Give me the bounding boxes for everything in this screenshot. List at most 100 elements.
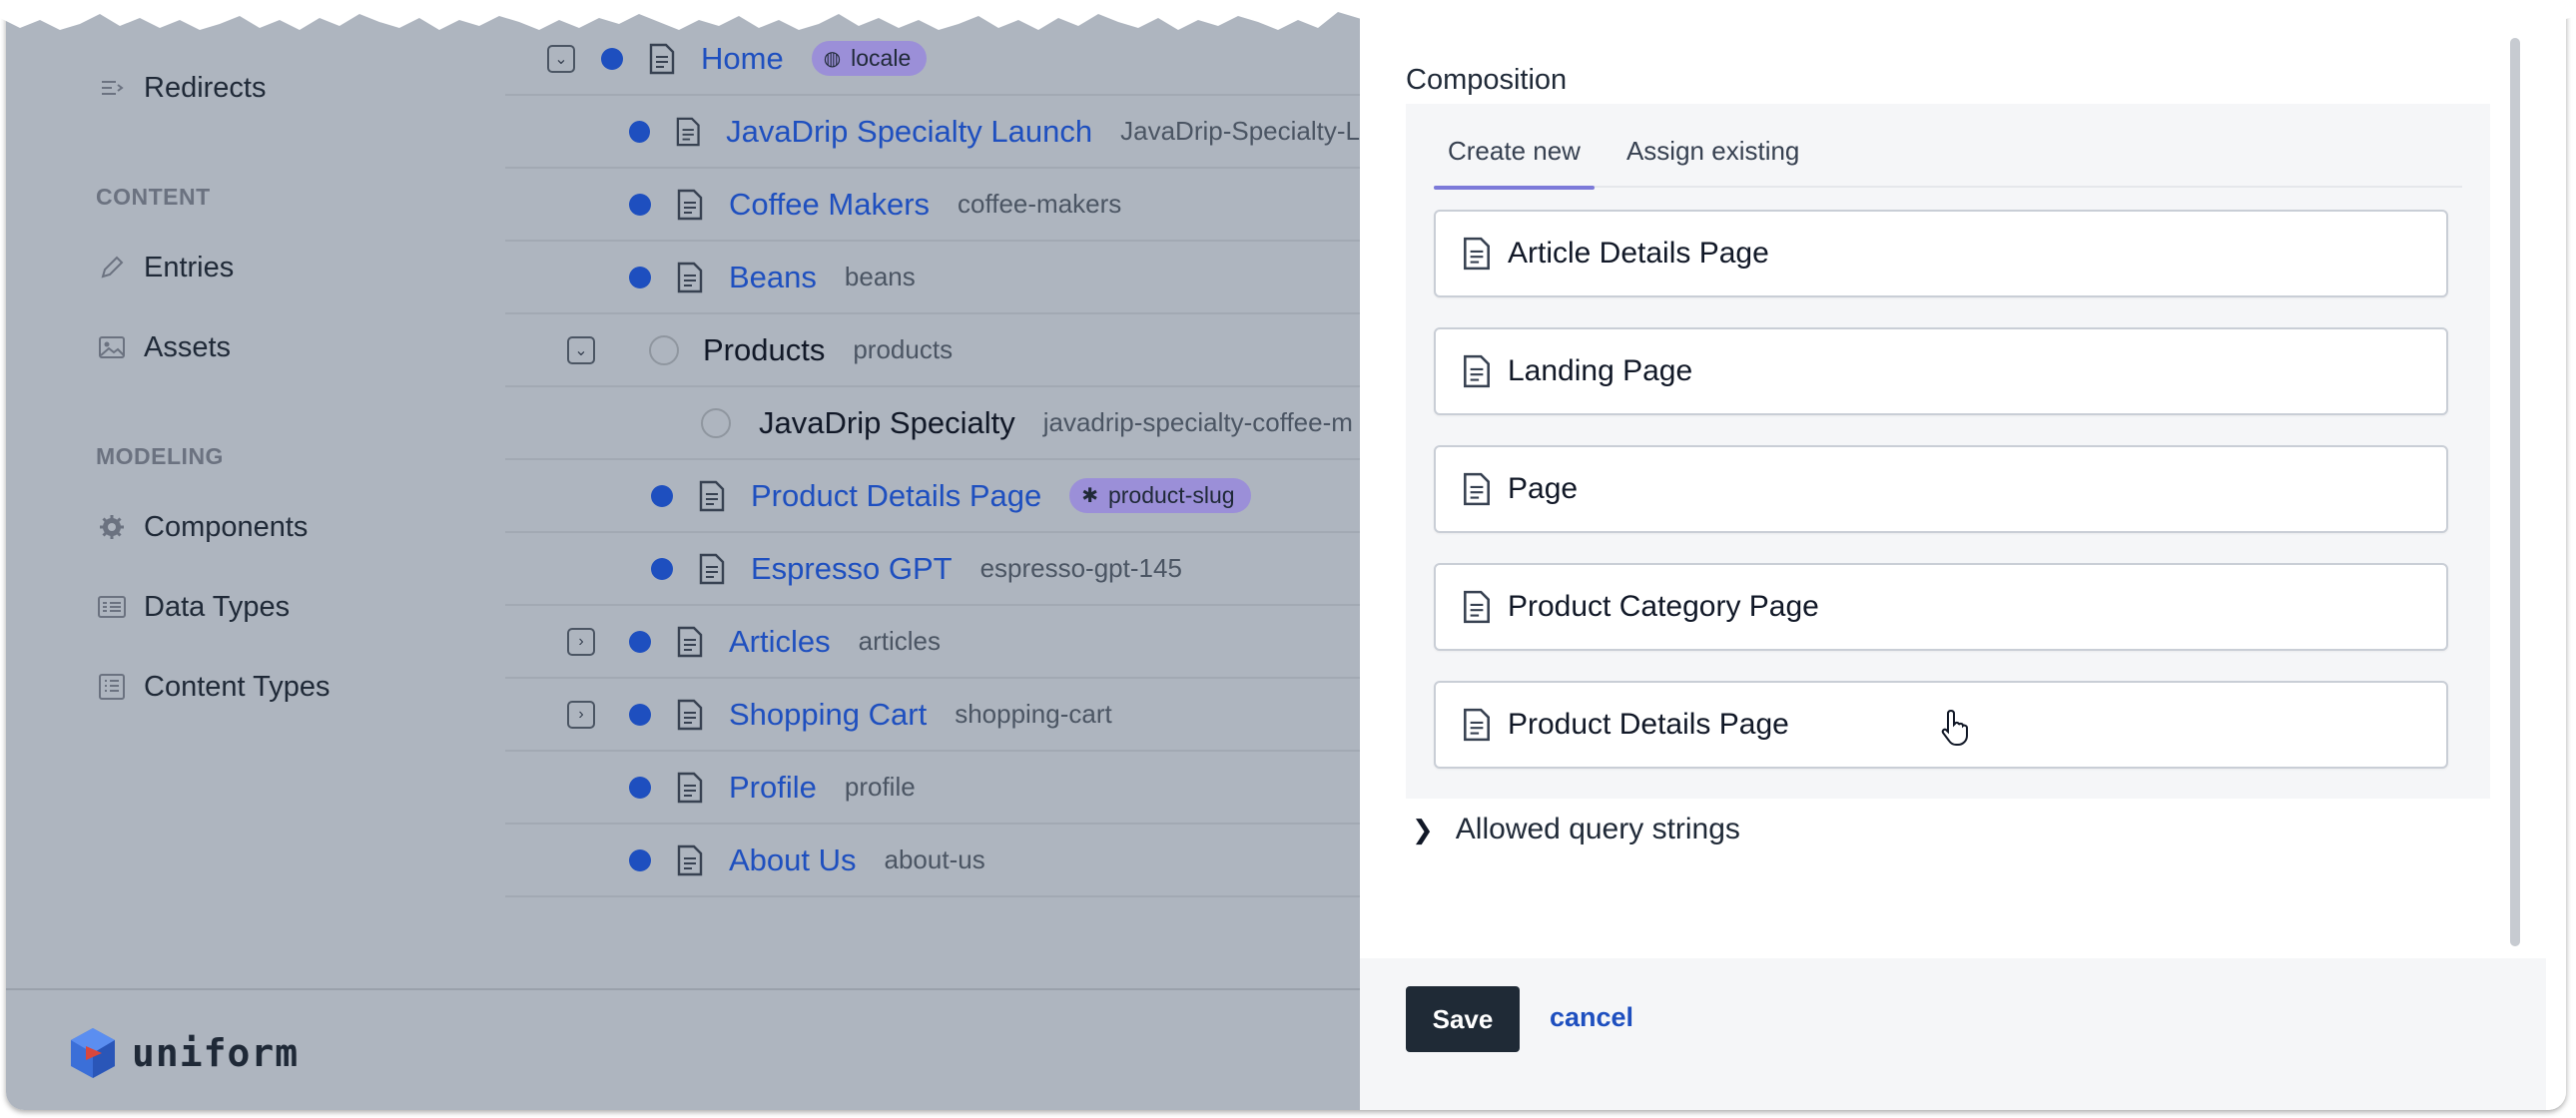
sidebar-item-label: Content Types [144,670,330,703]
document-icon [677,189,703,220]
asterisk-icon: ✱ [1081,485,1098,507]
document-icon [1464,354,1490,388]
published-status-dot [629,120,650,143]
option-page[interactable]: Page [1434,445,2448,533]
modeling-heading: MODELING [96,443,224,469]
tree-row-label[interactable]: JavaDrip Specialty [759,405,1015,441]
sidebar: Redirects CONTENT Entries Assets MODELIN… [6,0,505,988]
tree-row-slug: about-us [884,844,985,874]
document-icon [1464,237,1490,271]
tree-row[interactable]: Profile profile [505,752,1360,825]
expand-icon[interactable]: › [567,627,595,656]
screen: Redirects CONTENT Entries Assets MODELIN… [6,0,2566,1110]
tree-row[interactable]: Coffee Makers coffee-makers [505,169,1360,242]
tree-row-products[interactable]: ⌄ Products products [505,314,1360,387]
tree-row[interactable]: Espresso GPT espresso-gpt-145 [505,533,1360,606]
sidebar-item-entries[interactable]: Entries [96,244,234,291]
tree-row[interactable]: Product Details Page ✱ product-slug [505,460,1360,533]
cancel-link[interactable]: cancel [1550,1002,1633,1033]
redirect-icon [96,72,128,104]
collapse-icon[interactable]: ⌄ [567,335,595,364]
tree-row[interactable]: › Shopping Cart shopping-cart [505,679,1360,752]
sidebar-item-label: Assets [144,330,232,363]
tree-row-slug: profile [844,772,916,802]
published-status-dot [651,557,673,580]
sidebar-item-label: Redirects [144,71,267,104]
no-page-status-dot [649,334,679,365]
scrollbar-thumb[interactable] [2510,38,2520,946]
document-icon [677,772,703,803]
tree-row[interactable]: About Us about-us [505,825,1360,897]
save-button[interactable]: Save [1406,986,1520,1052]
brand-logo[interactable]: uniform [68,1026,299,1080]
tree-row-label[interactable]: Articles [729,624,831,660]
tree-row[interactable]: Beans beans [505,242,1360,314]
sidebar-item-label: Entries [144,251,235,283]
sidebar-item-redirects[interactable]: Redirects [96,64,267,112]
data-types-icon [96,591,128,623]
tree-row[interactable]: › Articles articles [505,606,1360,679]
tree-row-label[interactable]: Profile [729,770,817,806]
option-label: Page [1508,472,1579,505]
published-status-dot [629,193,651,216]
hand-cursor-icon [1941,709,1968,746]
collapse-label: Allowed query strings [1455,813,1740,845]
torn-edge [0,0,2576,32]
tree-row-label[interactable]: Beans [729,260,817,295]
option-label: Product Category Page [1508,590,1819,623]
document-icon [699,553,725,584]
document-icon [1464,590,1490,624]
tab-list: Create new Assign existing [1434,122,2462,190]
document-icon [1464,472,1490,506]
tree-row-slug: coffee-makers [958,189,1122,219]
sidebar-item-content-types[interactable]: Content Types [96,663,329,711]
tree-row-slug: beans [844,262,916,291]
tree-row-slug: shopping-cart [955,699,1112,729]
option-product-category-page[interactable]: Product Category Page [1434,563,2448,651]
sidebar-item-assets[interactable]: Assets [96,323,231,371]
tree-row[interactable]: JavaDrip Specialty javadrip-specialty-co… [505,387,1360,460]
tree-row-slug: JavaDrip-Specialty-L [1120,116,1360,146]
option-landing-page[interactable]: Landing Page [1434,327,2448,415]
tree-row-label[interactable]: JavaDrip Specialty Launch [726,114,1092,150]
option-article-details-page[interactable]: Article Details Page [1434,210,2448,297]
document-icon [1464,708,1490,742]
tree-row-label[interactable]: Coffee Makers [729,187,930,223]
tree-row-label[interactable]: Product Details Page [751,478,1041,514]
no-page-status-dot [701,407,731,438]
app-background: Redirects CONTENT Entries Assets MODELIN… [6,0,1360,1110]
document-icon [699,480,725,511]
image-icon [96,331,128,363]
sidebar-item-label: Components [144,510,309,543]
tab-create-new[interactable]: Create new [1434,122,1595,190]
document-icon [677,844,703,875]
tree-row-label[interactable]: About Us [729,842,857,878]
sidebar-item-label: Data Types [144,590,291,623]
published-status-dot [629,266,651,288]
document-icon [677,262,703,292]
published-status-dot [629,776,651,799]
tree-row-slug: articles [858,626,941,656]
option-label: Product Details Page [1508,708,1789,741]
allowed-query-strings-toggle[interactable]: ❯ Allowed query strings [1412,813,1740,846]
composition-panel: Create new Assign existing Article Detai… [1406,104,2490,799]
sidebar-item-data-types[interactable]: Data Types [96,583,290,631]
tree-row-label[interactable]: Shopping Cart [729,697,927,733]
option-label: Landing Page [1508,354,1693,387]
pill-label: product-slug [1107,482,1235,508]
tree-row-label[interactable]: Espresso GPT [751,551,953,587]
tree-row-slug: products [853,334,954,364]
content-heading: CONTENT [96,184,211,210]
option-label: Article Details Page [1508,237,1769,270]
expand-icon[interactable]: › [567,700,595,729]
sidebar-item-components[interactable]: Components [96,503,308,551]
drawer-actions: Save cancel [1360,958,2546,1110]
content-types-icon [96,671,128,703]
published-status-dot [629,703,651,726]
tab-assign-existing[interactable]: Assign existing [1612,122,1813,188]
published-status-dot [629,848,651,871]
document-icon [677,626,703,657]
scrollbar[interactable] [2510,38,2520,946]
tree-row[interactable]: JavaDrip Specialty Launch JavaDrip-Speci… [505,96,1360,169]
tree-row-label[interactable]: Products [703,332,825,368]
